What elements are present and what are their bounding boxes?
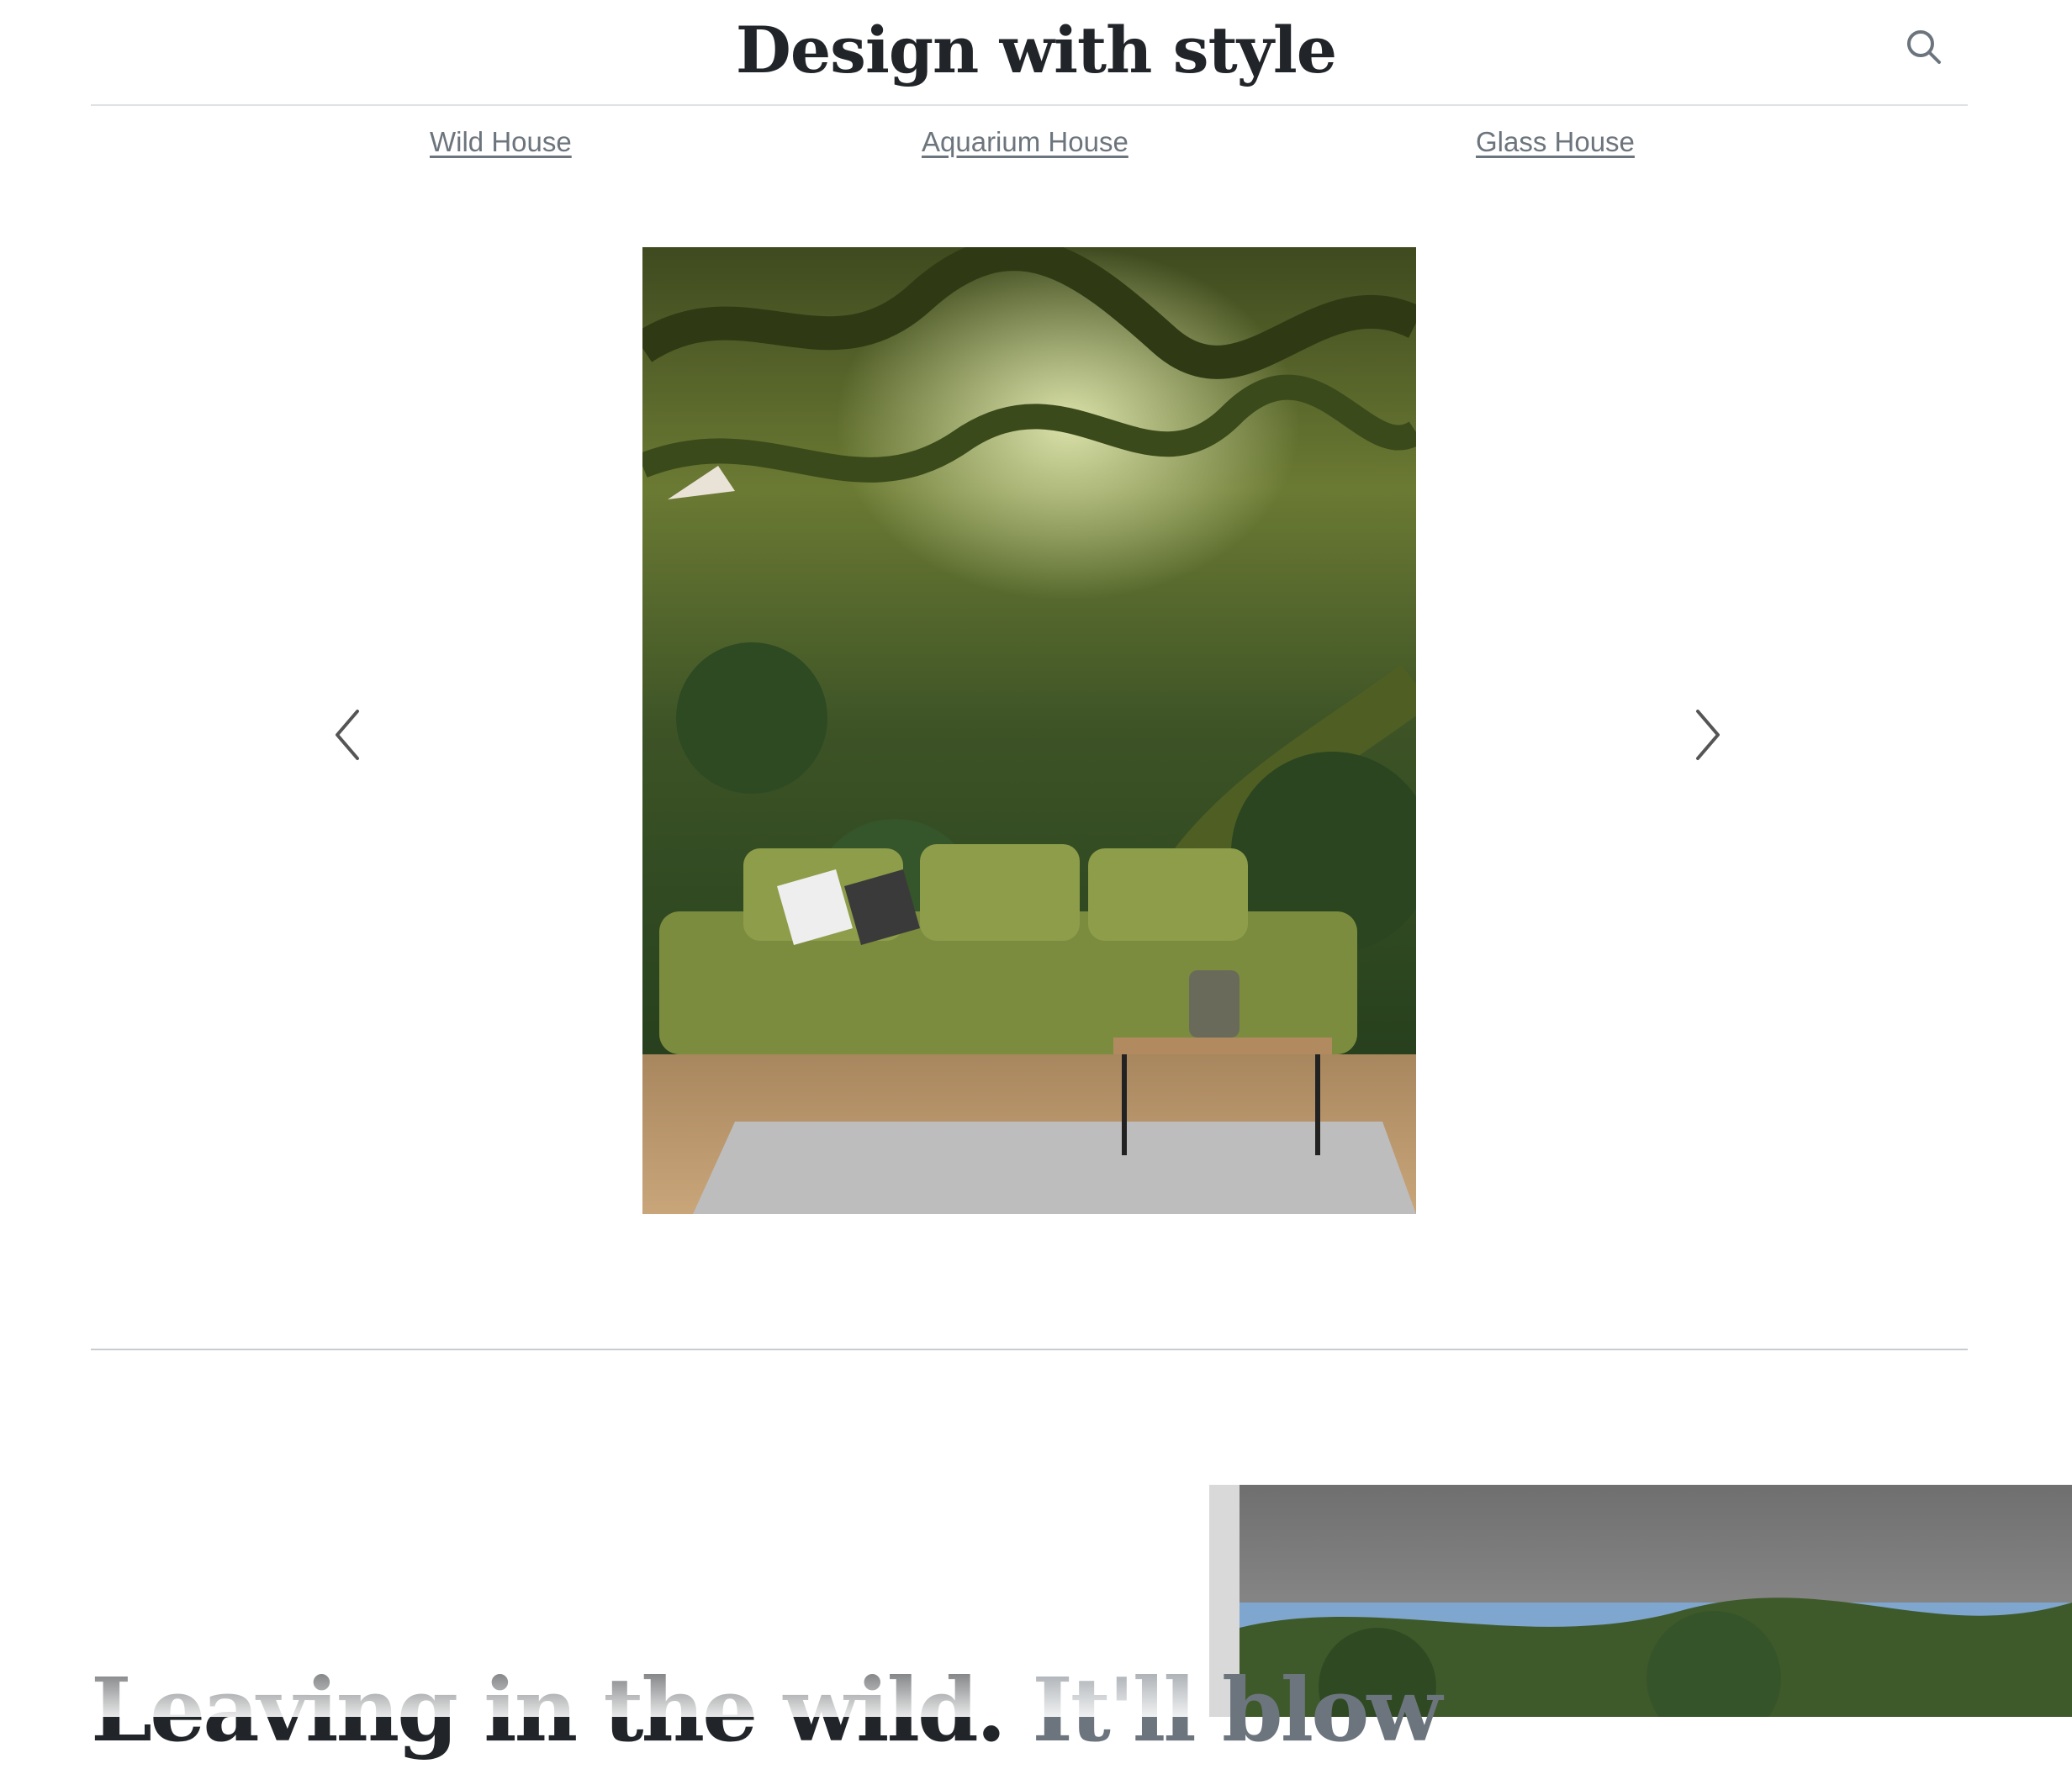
nav-link-glass-house[interactable]: Glass House: [1476, 126, 1635, 158]
carousel-next-button[interactable]: [1681, 701, 1731, 768]
nav-link-aquarium-house[interactable]: Aquarium House: [922, 126, 1128, 158]
chevron-right-icon: [1696, 710, 1720, 760]
image-carousel: [0, 247, 2072, 1214]
carousel-prev-button[interactable]: [324, 701, 374, 768]
carousel-slide-image: [642, 247, 1416, 1214]
header-divider: [91, 104, 1968, 106]
search-button[interactable]: [1902, 25, 1948, 71]
search-icon: [1907, 30, 1941, 64]
chevron-left-icon: [336, 710, 359, 760]
site-header: Design with style: [0, 0, 2072, 105]
site-title[interactable]: Design with style: [0, 8, 2072, 92]
section-divider: [91, 1349, 1968, 1350]
nav-link-wild-house[interactable]: Wild House: [430, 126, 572, 158]
scroll-fade-overlay: [0, 1631, 1209, 1717]
category-nav: Wild House Aquarium House Glass House: [0, 126, 2072, 168]
